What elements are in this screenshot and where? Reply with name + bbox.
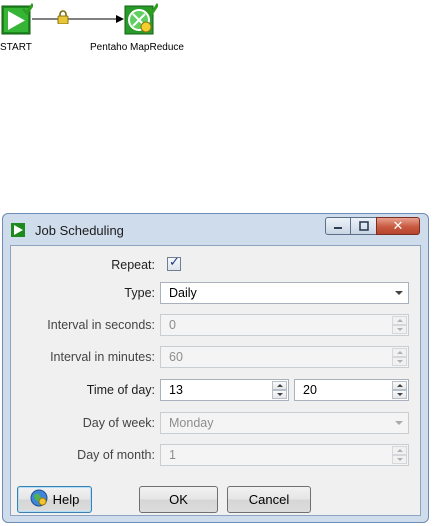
checkmark-icon: ✓ bbox=[169, 255, 180, 270]
start-node-label: START bbox=[0, 42, 32, 53]
type-label: Type: bbox=[124, 286, 155, 300]
hour-spinner[interactable] bbox=[272, 381, 287, 399]
interval-seconds-input[interactable]: 0 bbox=[160, 314, 409, 336]
chevron-down-icon[interactable] bbox=[389, 283, 408, 303]
spin-down-icon[interactable] bbox=[272, 390, 287, 399]
ok-button[interactable]: OK bbox=[139, 486, 218, 513]
interval-seconds-value: 0 bbox=[169, 318, 176, 332]
interval-minutes-spinner[interactable] bbox=[392, 348, 407, 366]
ok-button-label: OK bbox=[169, 492, 188, 507]
spin-down-icon[interactable] bbox=[392, 357, 407, 366]
day-of-month-value: 1 bbox=[169, 448, 176, 462]
hour-input[interactable]: 13 bbox=[160, 379, 289, 401]
spin-down-icon[interactable] bbox=[392, 390, 407, 399]
day-of-week-value: Monday bbox=[169, 416, 214, 430]
minimize-icon bbox=[334, 227, 342, 229]
start-job-icon[interactable] bbox=[1, 3, 35, 35]
close-icon: ✕ bbox=[392, 218, 404, 234]
interval-minutes-value: 60 bbox=[169, 350, 183, 364]
repeat-checkbox[interactable]: ✓ bbox=[167, 255, 181, 271]
cancel-button-label: Cancel bbox=[248, 492, 290, 507]
type-value: Daily bbox=[169, 286, 197, 300]
mapreduce-node-label: Pentaho MapReduce bbox=[90, 42, 184, 53]
interval-minutes-label: Interval in minutes: bbox=[50, 350, 155, 364]
time-of-day-label: Time of day: bbox=[86, 383, 155, 397]
spin-up-icon[interactable] bbox=[272, 381, 287, 390]
day-of-week-select[interactable]: Monday bbox=[160, 412, 409, 434]
interval-seconds-label: Interval in seconds: bbox=[47, 318, 155, 332]
window-controls: ✕ bbox=[325, 217, 420, 235]
dialog-title: Job Scheduling bbox=[35, 223, 124, 238]
maximize-icon bbox=[358, 221, 369, 231]
lock-icon bbox=[57, 10, 69, 25]
dialog-content: Repeat: ✓ Type: Daily Interval in second… bbox=[10, 245, 421, 516]
day-of-week-label: Day of week: bbox=[82, 416, 155, 430]
spin-down-icon[interactable] bbox=[392, 325, 407, 334]
spin-up-icon[interactable] bbox=[392, 446, 407, 455]
maximize-button[interactable] bbox=[351, 217, 376, 235]
help-button[interactable]: Help bbox=[17, 486, 92, 513]
help-globe-icon bbox=[30, 489, 48, 510]
spin-up-icon[interactable] bbox=[392, 316, 407, 325]
interval-minutes-input[interactable]: 60 bbox=[160, 346, 409, 368]
mapreduce-icon[interactable] bbox=[124, 3, 160, 35]
job-scheduling-dialog: Job Scheduling ✕ Repeat: ✓ Type: Daily I… bbox=[2, 213, 429, 523]
type-select[interactable]: Daily bbox=[160, 282, 409, 304]
dialog-titlebar[interactable]: Job Scheduling ✕ bbox=[3, 214, 428, 246]
day-of-month-input[interactable]: 1 bbox=[160, 444, 409, 466]
minute-input[interactable]: 20 bbox=[294, 379, 409, 401]
day-of-month-spinner[interactable] bbox=[392, 446, 407, 464]
spin-down-icon[interactable] bbox=[392, 455, 407, 464]
cancel-button[interactable]: Cancel bbox=[227, 486, 311, 513]
close-button[interactable]: ✕ bbox=[376, 217, 420, 235]
spin-up-icon[interactable] bbox=[392, 381, 407, 390]
day-of-month-label: Day of month: bbox=[77, 448, 155, 462]
hour-value: 13 bbox=[169, 383, 183, 397]
chevron-down-icon[interactable] bbox=[389, 413, 408, 433]
hop-connector[interactable] bbox=[0, 0, 433, 215]
minimize-button[interactable] bbox=[325, 217, 351, 235]
spin-up-icon[interactable] bbox=[392, 348, 407, 357]
help-button-label: Help bbox=[52, 492, 80, 507]
interval-seconds-spinner[interactable] bbox=[392, 316, 407, 334]
app-icon bbox=[11, 223, 25, 240]
repeat-label: Repeat: bbox=[111, 258, 155, 272]
job-canvas[interactable]: START Pentaho MapReduce bbox=[0, 0, 433, 215]
minute-value: 20 bbox=[303, 383, 317, 397]
minute-spinner[interactable] bbox=[392, 381, 407, 399]
